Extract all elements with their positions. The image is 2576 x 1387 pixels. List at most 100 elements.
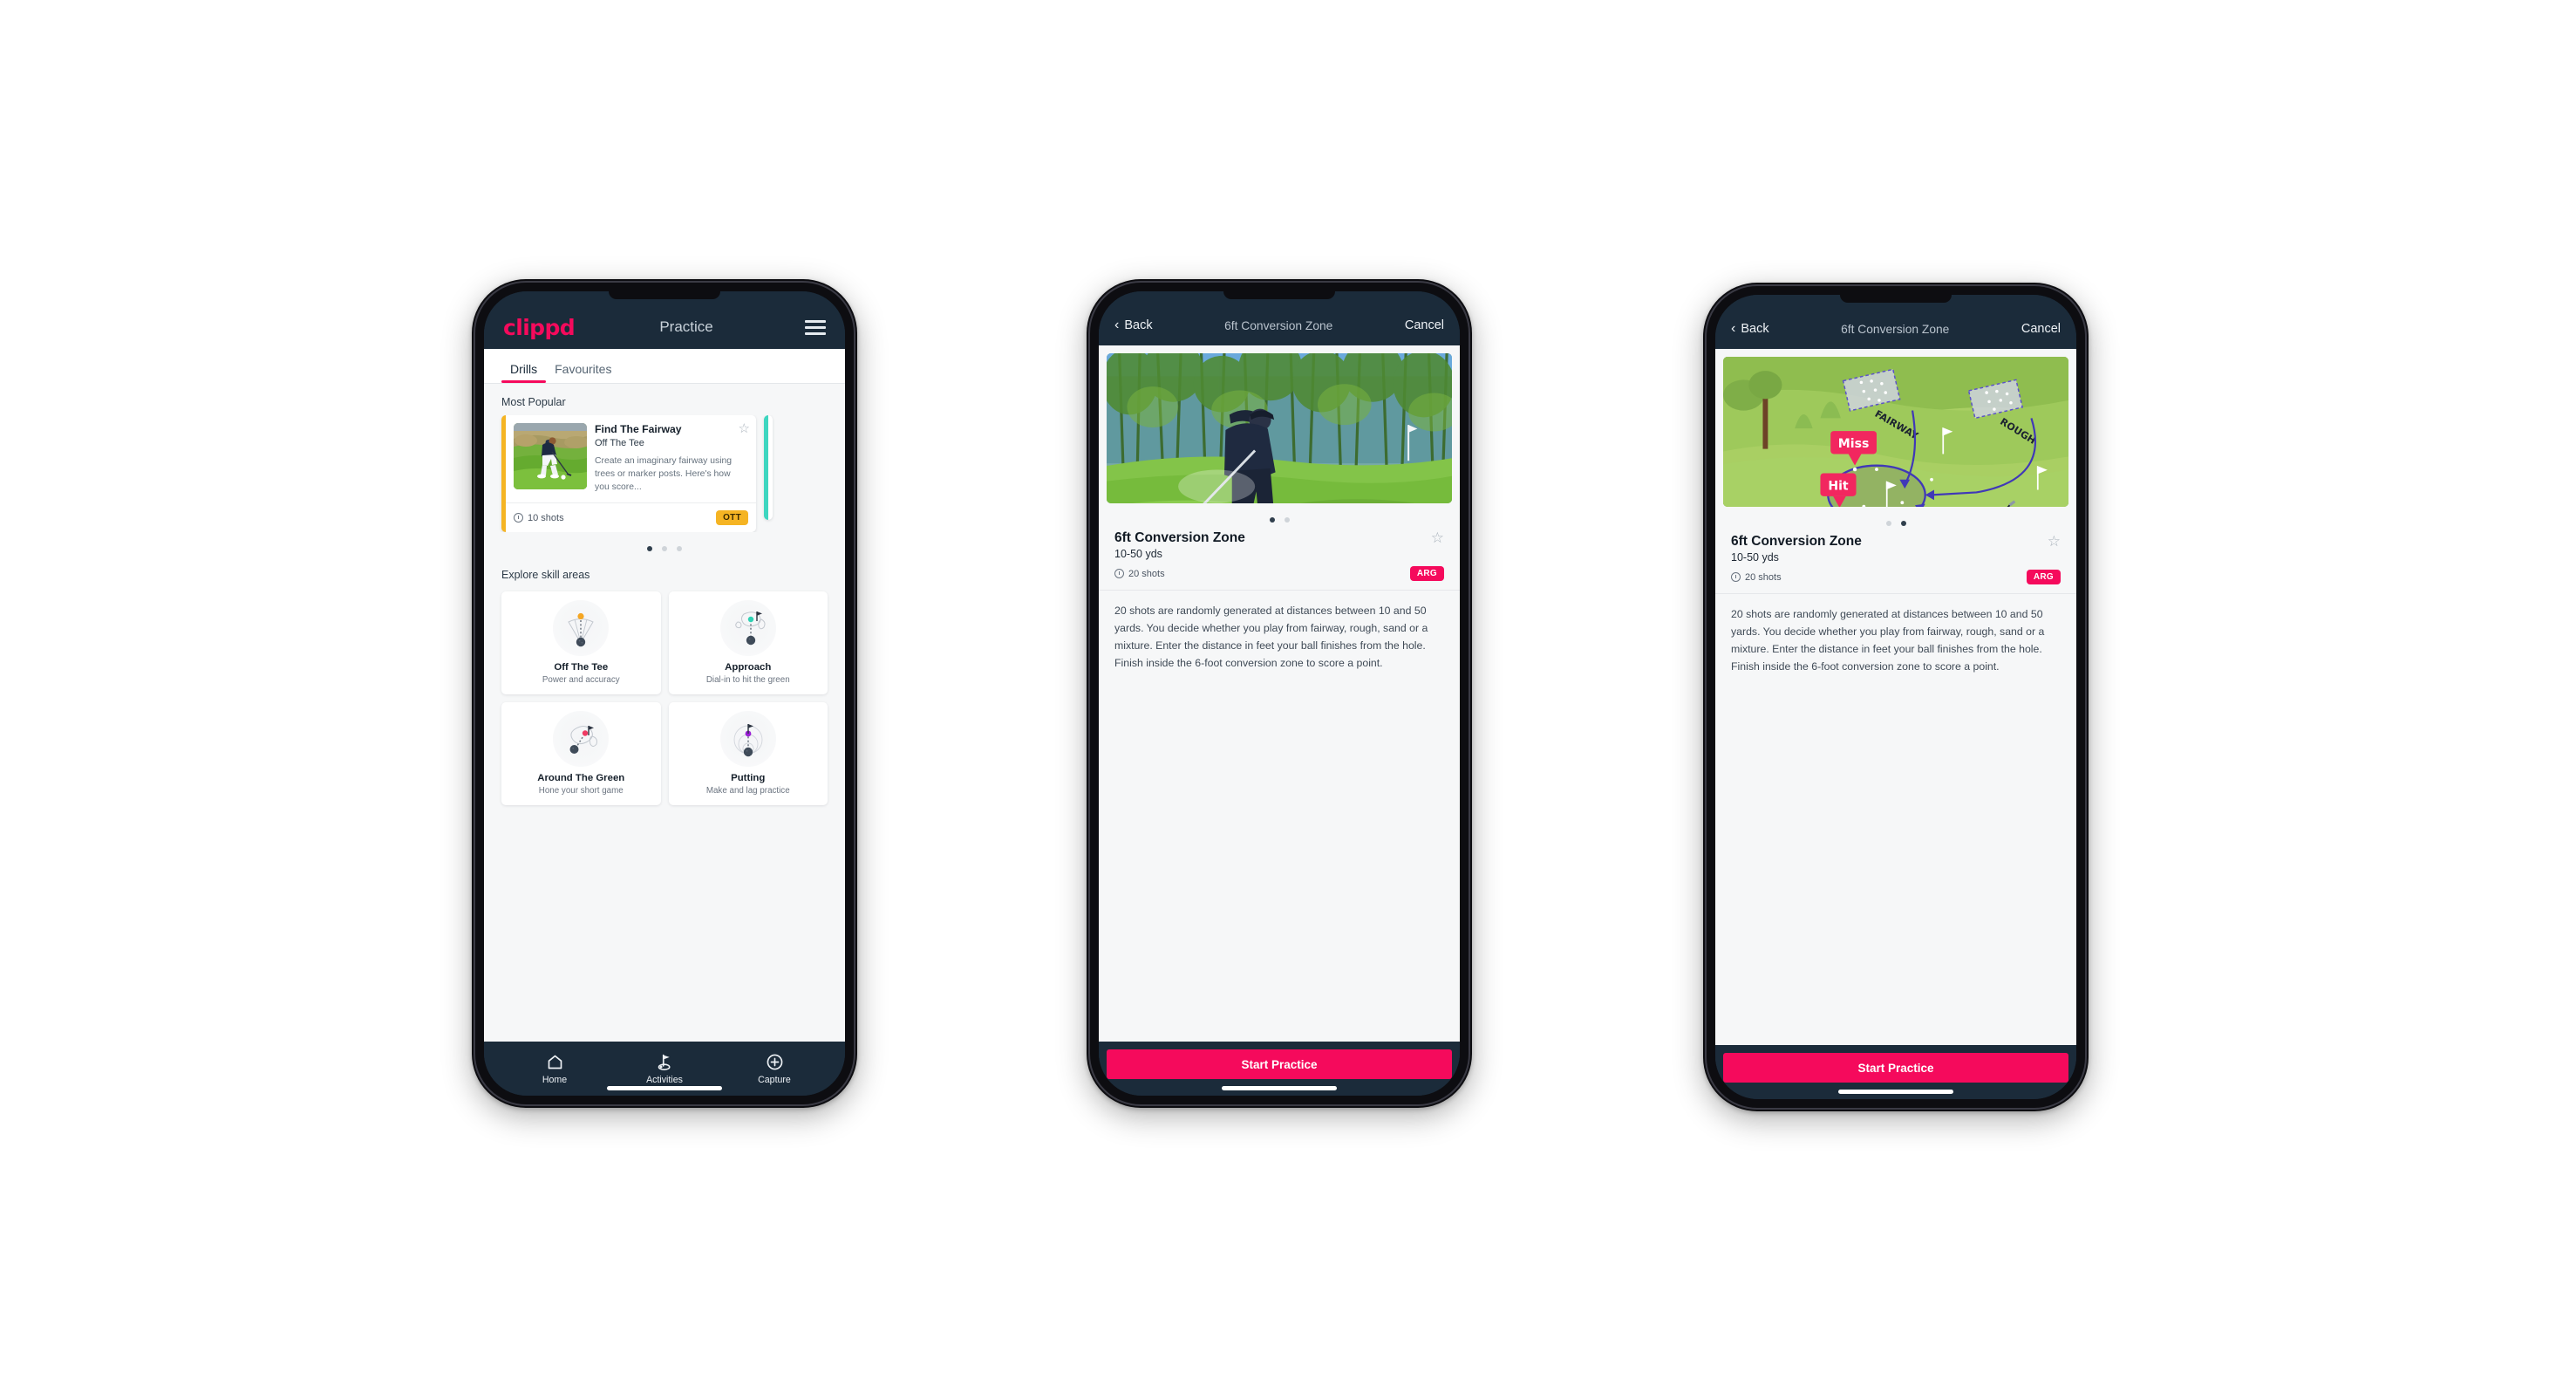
phone-notch — [1223, 291, 1335, 299]
pagination-dot[interactable] — [662, 546, 667, 552]
skill-card-around-the-green[interactable]: Around The Green Hone your short game — [501, 702, 661, 806]
modal-header: ‹ Back 6ft Conversion Zone Cancel — [1099, 291, 1460, 345]
drill-media-photo[interactable] — [1107, 353, 1452, 503]
drill-carousel[interactable]: Find The Fairway Off The Tee Create an i… — [484, 415, 845, 533]
golfer-teeing-off-photo — [514, 423, 587, 489]
back-label: Back — [1124, 318, 1153, 332]
phone-notch — [1840, 295, 1952, 303]
putting-rings-icon — [719, 711, 776, 768]
skill-badge-arg: ARG — [1409, 566, 1444, 581]
skill-card-title: Around The Green — [537, 773, 625, 784]
skill-card-subtitle: Make and lag practice — [705, 786, 790, 796]
pagination-dot[interactable] — [1284, 517, 1290, 523]
drill-detail-screen-diagram: ‹ Back 6ft Conversion Zone Cancel FAIRWA… — [1715, 295, 2076, 1099]
hamburger-menu-icon[interactable] — [805, 319, 826, 335]
pagination-dot[interactable] — [677, 546, 682, 552]
cancel-button[interactable]: Cancel — [1405, 318, 1444, 332]
drill-yardage: 10-50 yds — [1731, 551, 1779, 564]
star-outline-icon[interactable]: ☆ — [1431, 530, 1444, 545]
drill-yardage: 10-50 yds — [1114, 548, 1162, 560]
pagination-dot[interactable] — [1900, 521, 1906, 526]
golfer-chipping-photo — [1107, 353, 1452, 503]
cancel-button[interactable]: Cancel — [2021, 322, 2061, 336]
golf-flag-icon — [658, 1054, 671, 1070]
shots-label: 20 shots — [1745, 571, 1782, 583]
chip-around-green-icon — [553, 711, 610, 768]
cta-container: Start Practice — [1099, 1042, 1460, 1096]
drill-title-row: 6ft Conversion Zone ☆ — [1099, 528, 1460, 546]
skill-card-off-the-tee[interactable]: Off The Tee Power and accuracy — [501, 591, 661, 695]
phone-notch — [609, 291, 720, 299]
nav-label-home: Home — [542, 1075, 568, 1085]
pagination-dot[interactable] — [1885, 521, 1891, 526]
drill-card[interactable]: Find The Fairway Off The Tee Create an i… — [501, 415, 756, 533]
drill-title: 6ft Conversion Zone — [1114, 530, 1245, 545]
drill-card-top: Find The Fairway Off The Tee Create an i… — [506, 415, 756, 502]
shots-count: 20 shots — [1731, 572, 1782, 583]
home-indicator — [1838, 1090, 1953, 1094]
phone-mockup-practice: clippd Practice Drills Favourites Most P… — [472, 279, 857, 1108]
nav-label-capture: Capture — [758, 1075, 791, 1085]
drill-detail-screen-photo: ‹ Back 6ft Conversion Zone Cancel 6ft Co… — [1099, 291, 1460, 1096]
back-button[interactable]: ‹ Back — [1731, 321, 1769, 337]
drill-card-title: Find The Fairway — [595, 423, 682, 435]
drill-title: 6ft Conversion Zone — [1731, 534, 1862, 549]
start-practice-button[interactable]: Start Practice — [1107, 1049, 1452, 1079]
shots-count: 20 shots — [1114, 569, 1165, 579]
practice-screen: clippd Practice Drills Favourites Most P… — [484, 291, 845, 1096]
carousel-pagination — [484, 532, 845, 557]
back-button[interactable]: ‹ Back — [1114, 318, 1153, 333]
media-pagination — [1099, 503, 1460, 528]
drill-detail-body: 6ft Conversion Zone ☆ 10-50 yds 20 shots… — [1099, 345, 1460, 1042]
drill-card-next-peek[interactable] — [764, 415, 773, 520]
home-icon — [548, 1055, 562, 1069]
shots-label: 20 shots — [1128, 568, 1165, 579]
hit-label: Hit — [1828, 480, 1849, 494]
nav-label-activities: Activities — [646, 1075, 683, 1085]
pagination-dot[interactable] — [647, 546, 652, 552]
app-header: clippd Practice — [484, 291, 845, 349]
modal-title: 6ft Conversion Zone — [1841, 322, 1950, 336]
drill-card-meta: Find The Fairway Off The Tee Create an i… — [595, 422, 750, 494]
skill-card-putting[interactable]: Putting Make and lag practice — [668, 702, 828, 806]
star-outline-icon[interactable]: ☆ — [739, 422, 750, 435]
star-outline-icon[interactable]: ☆ — [2048, 534, 2061, 549]
clippd-logo[interactable]: clippd — [503, 315, 576, 340]
plus-circle-icon — [767, 1054, 782, 1070]
practice-content: Most Popular Find The Fairway Off The Te… — [484, 384, 845, 1042]
skill-badge-arg: ARG — [2026, 570, 2061, 584]
skill-area-grid: Off The Tee Power and accuracy Approach … — [484, 588, 845, 817]
drill-description: 20 shots are randomly generated at dista… — [1731, 608, 2045, 673]
drill-shots-row: 20 shots ARG — [1715, 564, 2076, 594]
skill-badge-ott: OTT — [716, 510, 748, 526]
drill-thumbnail — [514, 423, 587, 489]
explore-skill-areas-label: Explore skill areas — [501, 569, 590, 582]
nav-item-home[interactable]: Home — [521, 1053, 588, 1085]
nav-item-capture[interactable]: Capture — [741, 1053, 808, 1085]
clock-icon — [1114, 569, 1124, 578]
back-label: Back — [1741, 322, 1769, 336]
bottom-navigation: Home Activities Capture — [484, 1042, 845, 1096]
modal-title: 6ft Conversion Zone — [1224, 318, 1333, 332]
clock-icon — [514, 513, 523, 523]
approach-green-icon — [719, 600, 776, 657]
shots-count: 10 shots — [514, 513, 564, 523]
drill-description: 20 shots are randomly generated at dista… — [1114, 605, 1428, 669]
start-practice-button[interactable]: Start Practice — [1723, 1053, 2068, 1083]
chevron-left-icon: ‹ — [1731, 321, 1736, 336]
tee-shot-fan-icon — [553, 600, 610, 657]
skill-card-title: Off The Tee — [554, 662, 609, 673]
home-indicator — [1222, 1086, 1337, 1090]
drill-media-diagram[interactable]: FAIRWAY ROUGH SAND Miss Hit — [1723, 357, 2068, 507]
skill-card-approach[interactable]: Approach Dial-in to hit the green — [668, 591, 828, 695]
media-pagination — [1715, 507, 2076, 531]
tab-favourites[interactable]: Favourites — [546, 362, 620, 383]
drill-shots-row: 20 shots ARG — [1099, 560, 1460, 591]
drill-card-description: Create an imaginary fairway using trees … — [595, 456, 733, 493]
drill-card-subtitle: Off The Tee — [595, 438, 644, 449]
tab-drills[interactable]: Drills — [501, 362, 547, 383]
skill-card-subtitle: Dial-in to hit the green — [705, 675, 790, 686]
skill-card-subtitle: Hone your short game — [538, 786, 624, 796]
nav-item-activities[interactable]: Activities — [631, 1053, 698, 1085]
pagination-dot[interactable] — [1269, 517, 1275, 523]
